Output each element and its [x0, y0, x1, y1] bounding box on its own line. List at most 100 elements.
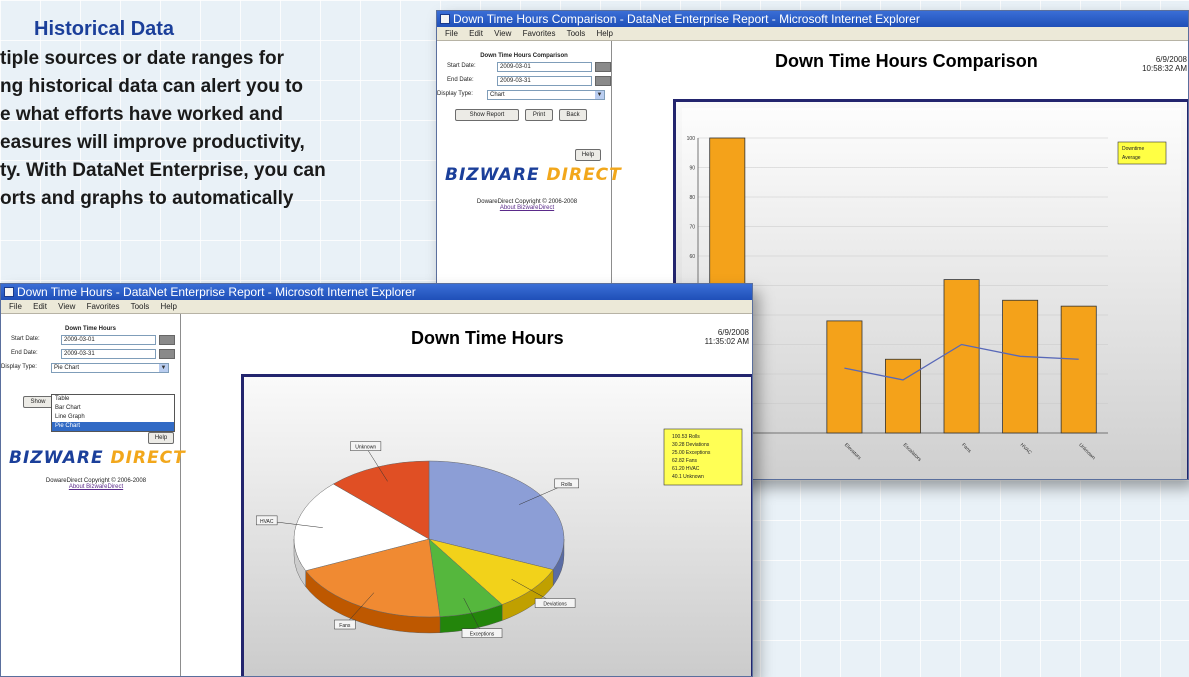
- show-report-button[interactable]: Show: [23, 396, 53, 408]
- bar: [943, 279, 980, 434]
- pie-chart: Rolls Deviations Exceptions Fans HVAC Unknown…: [256, 428, 743, 638]
- legend-item-fans: 62.82 Fans: [672, 458, 698, 464]
- promo-line: orts and graphs to automatically: [0, 188, 294, 209]
- pie-chart-frame: Rolls Deviations Exceptions Fans HVAC Unknown…: [241, 374, 752, 676]
- bar: [1060, 305, 1097, 434]
- y-tick-label: 90: [689, 166, 695, 172]
- end-date-label: End Date:: [447, 77, 474, 83]
- pie-slice-label: Rolls: [561, 482, 573, 488]
- calendar-icon[interactable]: [595, 76, 611, 86]
- end-date-label: End Date:: [11, 350, 38, 356]
- help-button[interactable]: Help: [148, 432, 174, 444]
- bar: [885, 358, 921, 434]
- legend-item-rolls: 100.53 Rolls: [672, 434, 700, 440]
- promo-line: e what efforts have worked and: [0, 104, 283, 125]
- copyright-block: DowareDirect Copyright © 2006-2008 About…: [11, 478, 181, 490]
- menu-tools[interactable]: Tools: [131, 302, 150, 311]
- promo-line: ty. With DataNet Enterprise, you can: [0, 160, 326, 181]
- legend-item-deviations: 30.28 Deviations: [672, 442, 710, 448]
- logo-main: BIZWARE: [9, 448, 104, 468]
- start-date-row: Start Date: 2009-03-01: [437, 62, 611, 73]
- display-type-row: Display Type: Chart ▼: [437, 90, 611, 101]
- display-type-dropdown[interactable]: Table Bar Chart Line Graph Pie Chart: [51, 394, 175, 432]
- start-date-input[interactable]: 2009-03-01: [497, 62, 592, 72]
- pie-slices: [293, 460, 565, 634]
- end-date-row: End Date: 2009-03-31: [437, 76, 611, 87]
- report-timestamp: 6/9/2008 11:35:02 AM: [689, 328, 749, 346]
- help-button[interactable]: Help: [575, 149, 601, 161]
- start-date-label: Start Date:: [11, 336, 40, 342]
- display-type-label: Display Type:: [1, 364, 37, 370]
- menu-file[interactable]: File: [9, 302, 22, 311]
- back-button[interactable]: Back: [559, 109, 587, 121]
- menu-view[interactable]: View: [58, 302, 75, 311]
- promo-line: easures will improve productivity,: [0, 132, 305, 153]
- report-time: 10:58:32 AM: [1142, 64, 1187, 73]
- menu-favorites[interactable]: Favorites: [87, 302, 120, 311]
- end-date-row: End Date: 2009-03-31: [1, 349, 180, 360]
- menubar: File Edit View Favorites Tools Help: [437, 27, 1188, 41]
- menu-help[interactable]: Help: [161, 302, 177, 311]
- legend-item-unknown: 40.1 Unknown: [672, 474, 704, 480]
- menu-help[interactable]: Help: [597, 29, 613, 38]
- titlebar[interactable]: Down Time Hours Comparison - DataNet Ent…: [437, 11, 1188, 27]
- chevron-down-icon: ▼: [595, 91, 604, 99]
- ie-icon: [4, 287, 14, 297]
- start-date-input[interactable]: 2009-03-01: [61, 335, 156, 345]
- calendar-icon[interactable]: [159, 349, 175, 359]
- pie-slice-label: Exceptions: [470, 632, 495, 638]
- menu-view[interactable]: View: [494, 29, 511, 38]
- start-date-row: Start Date: 2009-03-01: [1, 335, 180, 346]
- report-title: Down Time Hours: [411, 328, 564, 348]
- menu-tools[interactable]: Tools: [567, 29, 586, 38]
- chart-bg: [682, 108, 1181, 479]
- calendar-icon[interactable]: [159, 335, 175, 345]
- ie-icon: [440, 14, 450, 24]
- dropdown-option-table[interactable]: Table: [52, 395, 174, 404]
- pie-legend: 100.53 Rolls 30.28 Deviations 25.00 Exce…: [663, 428, 743, 486]
- menu-file[interactable]: File: [445, 29, 458, 38]
- calendar-icon[interactable]: [595, 62, 611, 72]
- display-type-value: Chart: [490, 92, 505, 98]
- promo-line: tiple sources or date ranges for: [0, 48, 285, 69]
- display-type-row: Display Type: Pie Chart ▼: [1, 363, 180, 374]
- y-tick-label: 100: [687, 136, 696, 142]
- end-date-input[interactable]: 2009-03-31: [497, 76, 592, 86]
- logo-accent: DIRECT: [110, 448, 186, 468]
- y-tick-label: 70: [689, 225, 695, 231]
- report-title: Down Time Hours Comparison: [775, 51, 1038, 71]
- pie-slice-label: HVAC: [260, 519, 274, 525]
- bizware-logo: BIZWARE DIRECT: [9, 448, 186, 468]
- report-time: 11:35:02 AM: [704, 337, 749, 346]
- dropdown-option-bar-chart[interactable]: Bar Chart: [52, 404, 174, 413]
- copyright-block: DowareDirect Copyright © 2006-2008 About…: [442, 199, 612, 211]
- menubar: File Edit View Favorites Tools Help: [1, 300, 752, 314]
- y-tick-label: 80: [689, 195, 695, 201]
- show-report-button[interactable]: Show Report: [455, 109, 519, 121]
- promo-text: Historical Data tiple sources or date ra…: [0, 18, 420, 213]
- bar: [1002, 299, 1039, 434]
- dropdown-option-line-graph[interactable]: Line Graph: [52, 413, 174, 422]
- y-tick-label: 60: [689, 254, 695, 260]
- titlebar[interactable]: Down Time Hours - DataNet Enterprise Rep…: [1, 284, 752, 300]
- display-type-label: Display Type:: [437, 91, 473, 97]
- chart-legend: Downtime Average: [1117, 141, 1167, 165]
- display-type-select[interactable]: Pie Chart ▼: [51, 363, 169, 373]
- bar: [826, 320, 863, 434]
- about-link[interactable]: About BizwareDirect: [11, 484, 181, 490]
- legend-item-exceptions: 25.00 Exceptions: [672, 450, 711, 456]
- end-date-input[interactable]: 2009-03-31: [61, 349, 156, 359]
- display-type-select[interactable]: Chart ▼: [487, 90, 605, 100]
- about-link[interactable]: About BizwareDirect: [442, 205, 612, 211]
- print-button[interactable]: Print: [525, 109, 553, 121]
- report-date: 6/9/2008: [1155, 55, 1187, 64]
- legend-item-average: Average: [1122, 155, 1141, 161]
- menu-edit[interactable]: Edit: [469, 29, 483, 38]
- report-sidebar: Down Time Hours Start Date: 2009-03-01 E…: [1, 314, 185, 676]
- menu-edit[interactable]: Edit: [33, 302, 47, 311]
- sidebar-title: Down Time Hours: [65, 326, 116, 332]
- display-type-value: Pie Chart: [54, 365, 80, 371]
- menu-favorites[interactable]: Favorites: [523, 29, 556, 38]
- dropdown-option-pie-chart[interactable]: Pie Chart: [52, 422, 174, 431]
- logo-main: BIZWARE: [445, 165, 540, 185]
